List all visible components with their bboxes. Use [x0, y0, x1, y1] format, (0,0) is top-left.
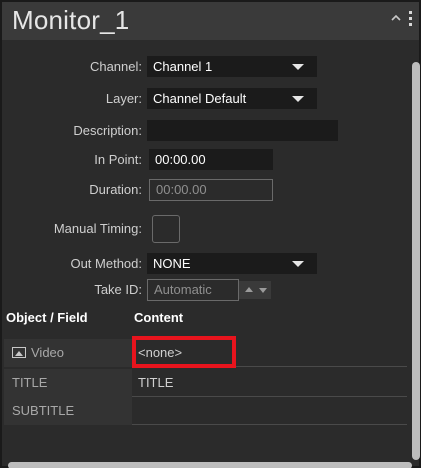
take-id-stepper[interactable] [239, 281, 271, 299]
channel-value: Channel 1 [153, 59, 213, 74]
duration-value: 00:00.00 [156, 182, 207, 197]
chevron-down-icon [292, 64, 304, 70]
description-label: Description: [73, 123, 142, 138]
panel-header: Monitor_1 [2, 2, 419, 40]
out-method-label: Out Method: [70, 256, 142, 271]
column-header-content: Content [134, 310, 184, 325]
manual-timing-checkbox[interactable] [152, 215, 180, 243]
column-header-field: Object / Field [6, 310, 88, 325]
table-row[interactable]: TITLE TITLE [4, 369, 407, 397]
table-header: Object / Field Content [4, 308, 408, 328]
field-name-cell: TITLE [4, 369, 132, 397]
description-input[interactable] [147, 120, 338, 141]
chevron-up-icon[interactable] [390, 12, 402, 24]
highlight-box [132, 336, 236, 368]
field-name-cell: Video [4, 339, 132, 367]
layer-value: Channel Default [153, 91, 247, 106]
take-id-label: Take ID: [94, 282, 142, 297]
chevron-down-icon [292, 261, 304, 267]
out-method-value: NONE [153, 256, 191, 271]
duration-label: Duration: [89, 182, 142, 197]
image-icon [12, 347, 26, 359]
panel-title: Monitor_1 [12, 5, 130, 35]
caret-down-icon[interactable] [259, 288, 267, 293]
layer-dropdown[interactable]: Channel Default [147, 88, 317, 109]
take-id-placeholder: Automatic [154, 282, 212, 297]
horizontal-scrollbar[interactable] [8, 462, 412, 468]
layer-label: Layer: [105, 91, 142, 106]
channel-dropdown[interactable]: Channel 1 [147, 56, 317, 77]
field-name-cell: SUBTITLE [4, 397, 132, 425]
in-point-value: 00:00.00 [155, 152, 206, 167]
duration-input[interactable]: 00:00.00 [149, 179, 273, 201]
in-point-input[interactable]: 00:00.00 [149, 149, 273, 170]
caret-up-icon[interactable] [245, 287, 253, 292]
manual-timing-label: Manual Timing: [53, 221, 142, 236]
chevron-down-icon [292, 96, 304, 102]
take-id-input[interactable]: Automatic [147, 279, 239, 301]
more-options-icon[interactable] [408, 11, 412, 29]
channel-label: Channel: [89, 59, 142, 74]
vertical-scrollbar[interactable] [412, 62, 420, 460]
out-method-dropdown[interactable]: NONE [147, 253, 317, 274]
content-cell[interactable]: TITLE [138, 369, 173, 397]
in-point-label: In Point: [94, 152, 142, 167]
properties-panel: Monitor_1 Channel: Channel 1 Layer: Chan… [0, 0, 421, 468]
table-row[interactable]: SUBTITLE [4, 397, 407, 425]
